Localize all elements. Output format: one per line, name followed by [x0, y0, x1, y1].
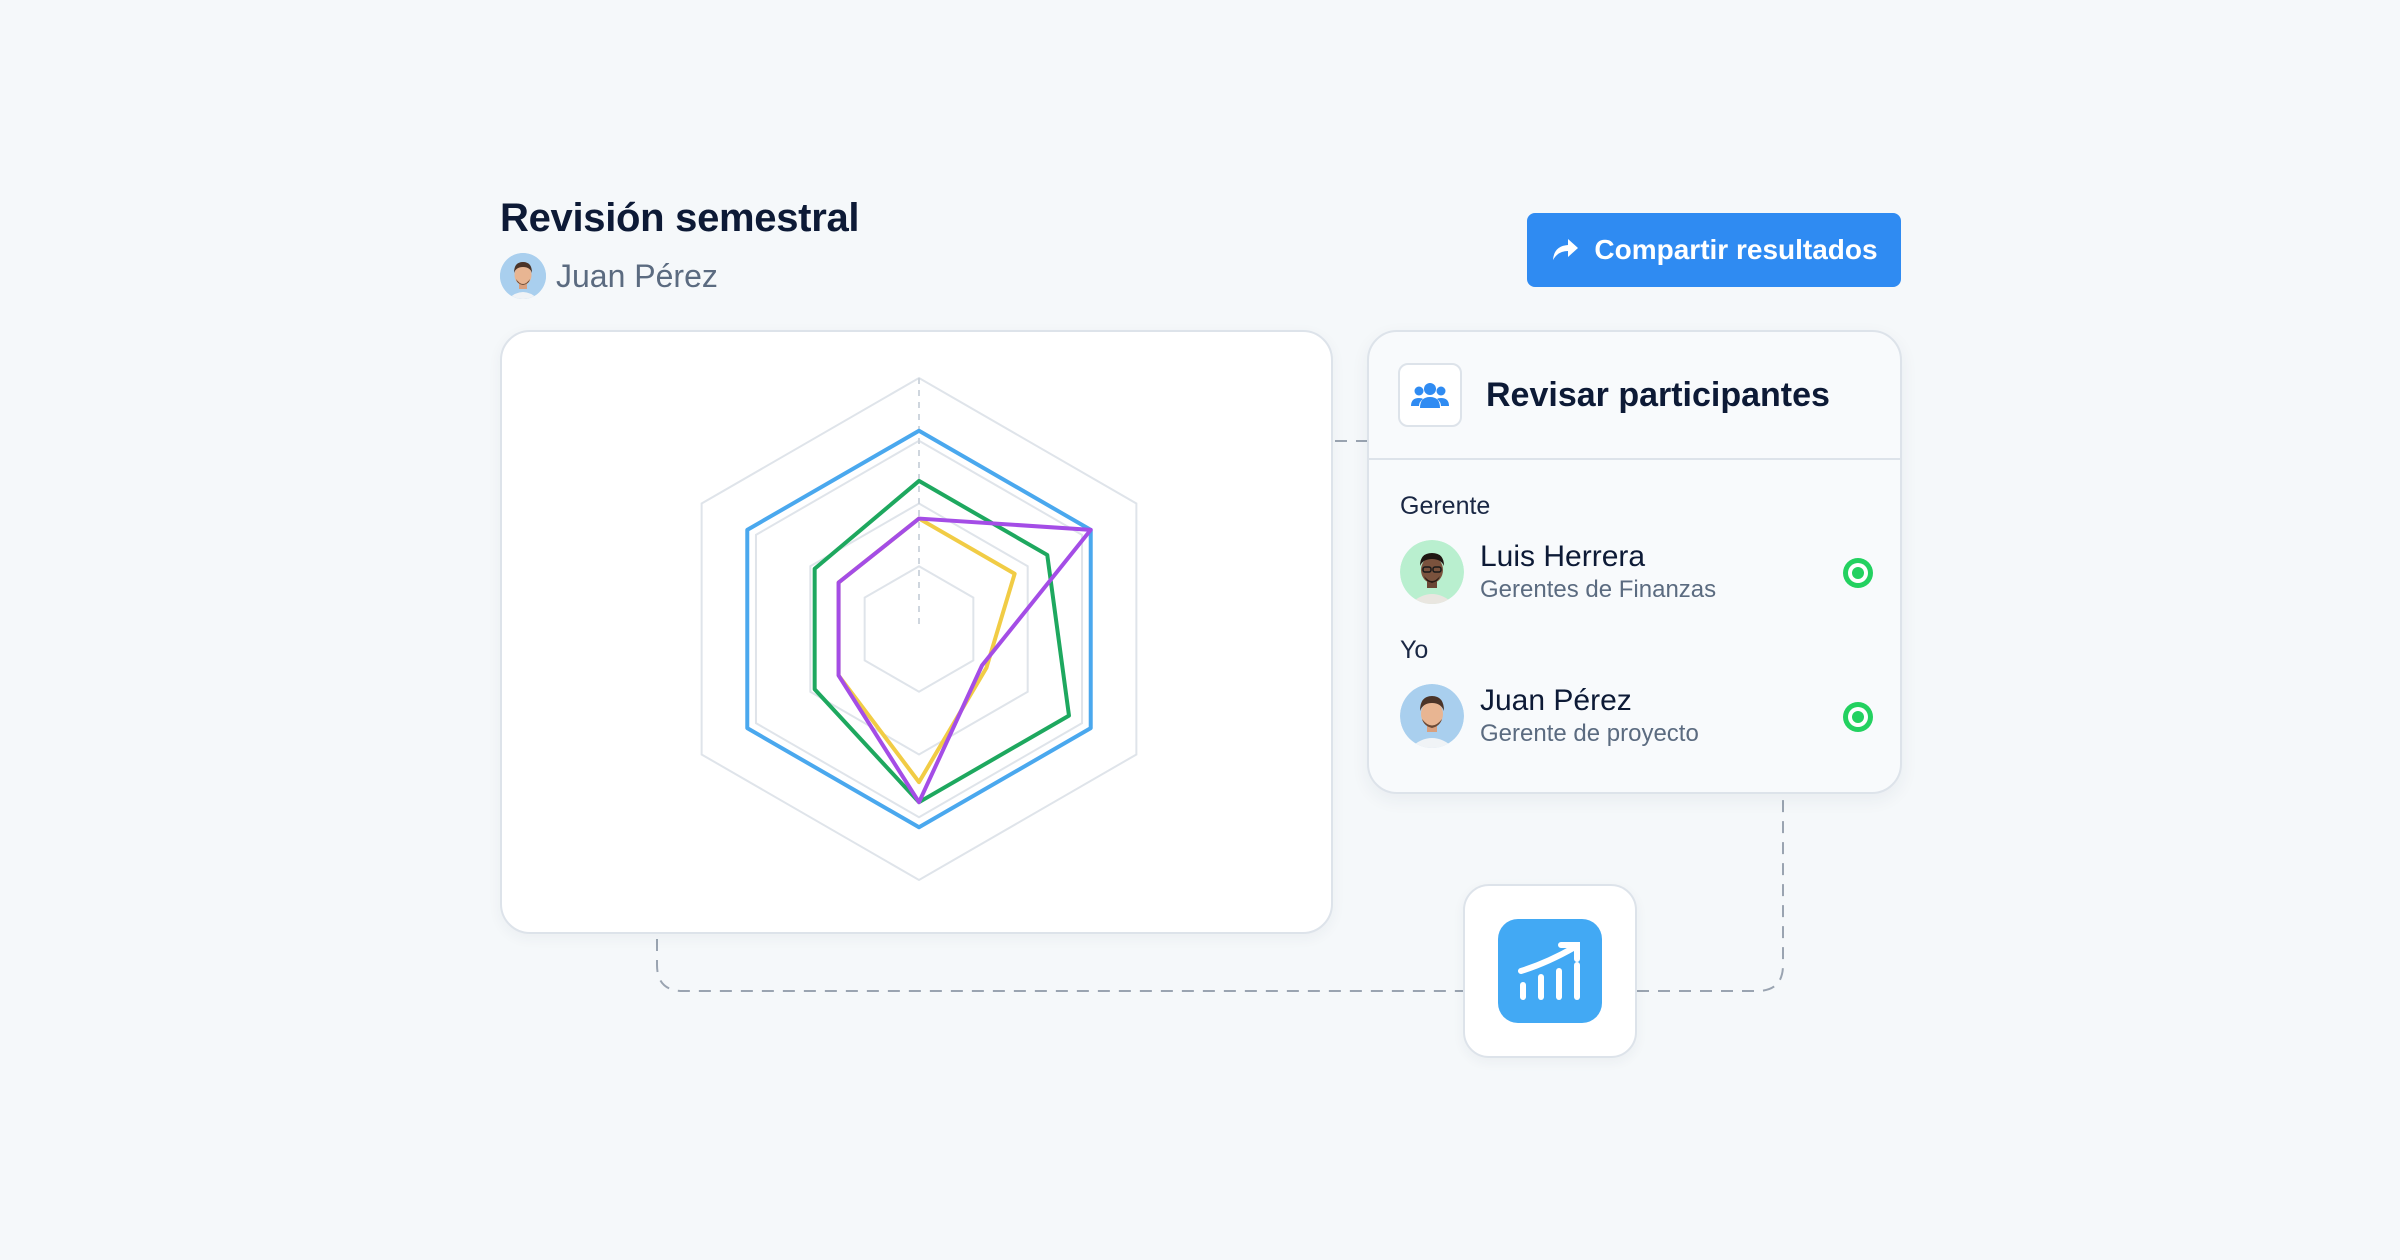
- user-name: Juan Pérez: [556, 257, 718, 294]
- participant-name: Luis Herrera: [1480, 540, 1646, 573]
- radar-chart: [700, 376, 1138, 882]
- current-user: Juan Pérez: [500, 252, 718, 300]
- radar-series-4: [836, 516, 1093, 805]
- chart-growth-icon: [1498, 919, 1602, 1023]
- avatar: [1400, 684, 1464, 748]
- radar-chart-card: [500, 330, 1333, 934]
- participant-row[interactable]: Luis Herrera Gerentes de Finanzas: [1400, 540, 1875, 606]
- share-button-label: Compartir resultados: [1594, 234, 1878, 265]
- group-label-manager: Gerente: [1400, 492, 1491, 520]
- users-icon: [1398, 363, 1462, 427]
- avatar: [1400, 540, 1464, 604]
- analytics-app-tile[interactable]: [1463, 884, 1637, 1058]
- participants-header: Revisar participantes: [1369, 332, 1900, 460]
- participant-row[interactable]: Juan Pérez Gerente de proyecto: [1400, 684, 1875, 750]
- group-label-me: Yo: [1400, 636, 1429, 664]
- status-dot-icon: [1843, 558, 1873, 588]
- participant-name: Juan Pérez: [1480, 684, 1632, 717]
- participant-role: Gerente de proyecto: [1480, 720, 1699, 747]
- share-results-button[interactable]: Compartir resultados: [1527, 213, 1901, 287]
- share-arrow-icon: [1553, 239, 1579, 260]
- user-avatar: [500, 253, 546, 299]
- participant-role: Gerentes de Finanzas: [1480, 576, 1717, 603]
- radar-grid-ring: [809, 502, 1029, 756]
- status-dot-icon: [1843, 702, 1873, 732]
- participants-title: Revisar participantes: [1486, 375, 1830, 414]
- participants-panel: Revisar participantes Gerente Luis Herre…: [1367, 330, 1902, 794]
- page-title: Revisión semestral: [500, 196, 860, 240]
